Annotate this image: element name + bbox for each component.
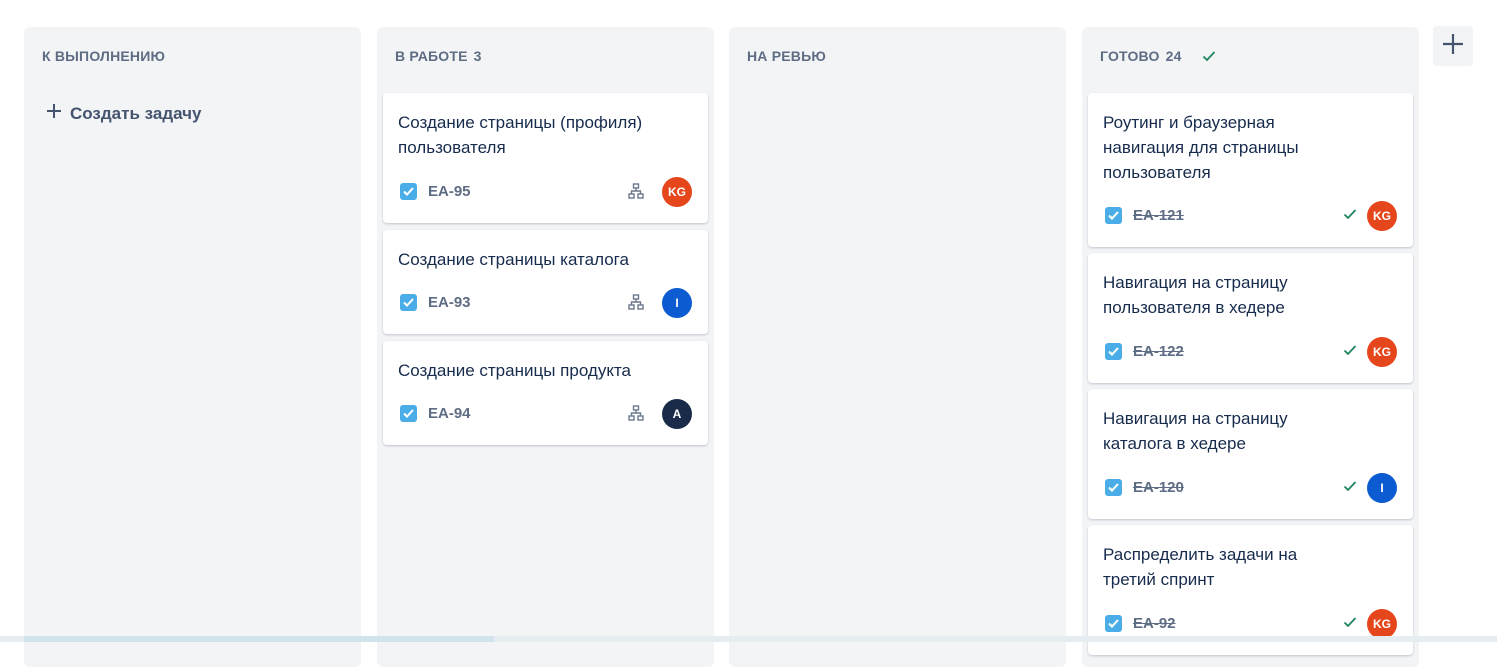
- card-title: Создание страницы каталога: [398, 250, 629, 269]
- issue-key[interactable]: EA-95: [428, 183, 471, 200]
- check-icon: [1202, 50, 1216, 62]
- avatar[interactable]: I: [1367, 473, 1397, 503]
- issue-key[interactable]: EA-92: [1133, 615, 1176, 632]
- issue-key[interactable]: EA-121: [1133, 207, 1184, 224]
- issue-key[interactable]: EA-120: [1133, 479, 1184, 496]
- add-column-button[interactable]: [1433, 26, 1473, 66]
- column-header[interactable]: ГОТОВО 24: [1100, 48, 1216, 64]
- horizontal-scrollbar[interactable]: [0, 636, 1497, 642]
- issue-key[interactable]: EA-94: [428, 405, 471, 422]
- plus-icon: [1441, 32, 1465, 61]
- hierarchy-icon[interactable]: [628, 183, 644, 204]
- checkbox-icon: [1105, 343, 1122, 360]
- check-icon: [1343, 615, 1357, 633]
- check-icon: [1343, 479, 1357, 497]
- column-in-progress: В РАБОТЕ 3 Создание страницы (профиля) п…: [377, 27, 714, 667]
- column-header[interactable]: В РАБОТЕ 3: [395, 48, 482, 64]
- card-title: Навигация на страницу пользователя в хед…: [1103, 273, 1288, 317]
- avatar[interactable]: A: [662, 399, 692, 429]
- checkbox-icon: [1105, 479, 1122, 496]
- avatar[interactable]: KG: [662, 177, 692, 207]
- create-task-button[interactable]: Создать задачу: [46, 103, 201, 124]
- check-icon: [1343, 343, 1357, 361]
- avatar[interactable]: KG: [1367, 609, 1397, 639]
- card-title: Создание страницы продукта: [398, 361, 631, 380]
- hierarchy-icon[interactable]: [628, 294, 644, 315]
- board: К ВЫПОЛНЕНИЮ Создать задачу В РАБОТЕ 3 С…: [0, 0, 1497, 667]
- checkbox-icon: [1105, 615, 1122, 632]
- column-title: НА РЕВЬЮ: [747, 48, 826, 64]
- card-footer: EA-92 KG: [1103, 609, 1399, 639]
- card-footer: EA-94 A: [398, 399, 694, 429]
- card-title: Создание страницы (профиля) пользователя: [398, 113, 643, 157]
- column-todo: К ВЫПОЛНЕНИЮ Создать задачу: [24, 27, 361, 667]
- column-header[interactable]: НА РЕВЬЮ: [747, 48, 826, 64]
- card-footer: EA-121 KG: [1103, 201, 1399, 231]
- column-title: ГОТОВО: [1100, 48, 1160, 64]
- issue-card[interactable]: Создание страницы каталога EA-93 I: [383, 230, 708, 334]
- avatar[interactable]: I: [662, 288, 692, 318]
- issue-key[interactable]: EA-122: [1133, 343, 1184, 360]
- column-title: К ВЫПОЛНЕНИЮ: [42, 48, 166, 64]
- issue-card[interactable]: Навигация на страницу пользователя в хед…: [1088, 253, 1413, 383]
- column-review: НА РЕВЬЮ: [729, 27, 1066, 667]
- column-header[interactable]: К ВЫПОЛНЕНИЮ: [42, 48, 165, 64]
- issue-key[interactable]: EA-93: [428, 294, 471, 311]
- check-icon: [1343, 207, 1357, 225]
- checkbox-icon: [400, 294, 417, 311]
- card-footer: EA-120 I: [1103, 473, 1399, 503]
- create-task-label: Создать задачу: [70, 103, 202, 123]
- card-title: Навигация на страницу каталога в хедере: [1103, 409, 1288, 453]
- column-done: ГОТОВО 24 Роутинг и браузерная навигация…: [1082, 27, 1419, 667]
- column-count: 24: [1165, 48, 1182, 64]
- checkbox-icon: [1105, 207, 1122, 224]
- issue-card[interactable]: Создание страницы (профиля) пользователя…: [383, 93, 708, 223]
- card-title: Распределить задачи на третий спринт: [1103, 545, 1298, 589]
- issue-card[interactable]: Создание страницы продукта EA-94 A: [383, 341, 708, 445]
- issue-card[interactable]: Навигация на страницу каталога в хедере …: [1088, 389, 1413, 519]
- issue-card[interactable]: Роутинг и браузерная навигация для стран…: [1088, 93, 1413, 247]
- column-title: В РАБОТЕ: [395, 48, 468, 64]
- scrollbar-thumb[interactable]: [24, 636, 494, 642]
- card-title: Роутинг и браузерная навигация для стран…: [1103, 113, 1299, 182]
- avatar[interactable]: KG: [1367, 337, 1397, 367]
- column-count: 3: [473, 48, 482, 64]
- card-footer: EA-122 KG: [1103, 337, 1399, 367]
- card-footer: EA-95 KG: [398, 177, 694, 207]
- checkbox-icon: [400, 183, 417, 200]
- checkbox-icon: [400, 405, 417, 422]
- avatar[interactable]: KG: [1367, 201, 1397, 231]
- card-footer: EA-93 I: [398, 288, 694, 318]
- hierarchy-icon[interactable]: [628, 405, 644, 426]
- plus-icon: [46, 103, 62, 124]
